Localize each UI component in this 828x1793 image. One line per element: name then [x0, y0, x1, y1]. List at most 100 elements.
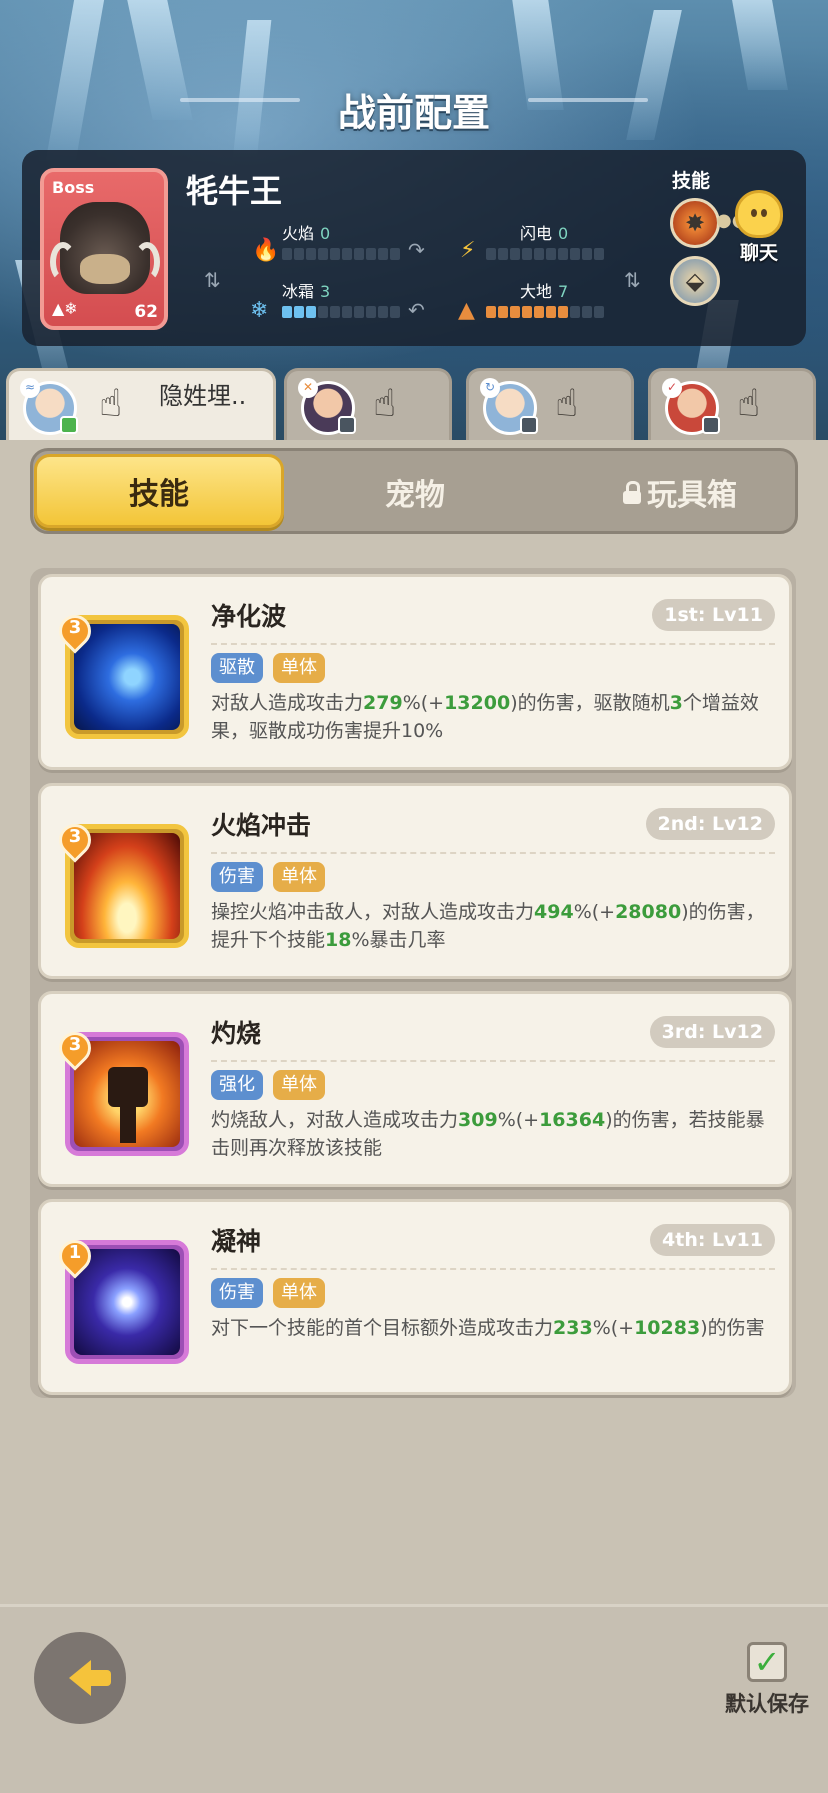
hero-avatar: ✕	[298, 378, 356, 435]
pointing-hand-icon: ☝	[737, 381, 761, 425]
boss-name: 牦牛王	[186, 172, 283, 210]
fire-bar-segment	[294, 248, 304, 260]
fire-bar	[282, 248, 400, 260]
earth-bar-segment	[498, 306, 508, 318]
divider	[211, 643, 775, 645]
earth-bar-segment	[510, 306, 520, 318]
boss-tag: Boss	[52, 178, 95, 197]
skill-level-number: 1	[68, 1242, 82, 1263]
skill-card-4[interactable]: 1 凝神 4th: Lv11 伤害 单体 对下一个技能的首个目标额外造成攻击力2…	[38, 1199, 792, 1395]
frost-bar	[282, 306, 400, 318]
divider	[211, 852, 775, 854]
heart-element-icon: ✓	[662, 378, 682, 398]
frost-bar-segment	[306, 306, 316, 318]
tab-skills[interactable]: 技能	[34, 454, 284, 528]
hero-name: 隐姓埋..	[159, 382, 247, 410]
lightning-bar-segment	[582, 248, 592, 260]
water-element-icon: ≈	[20, 378, 40, 398]
earth-bar-segment	[522, 306, 532, 318]
frost-bar-segment	[294, 306, 304, 318]
hero-tab-2[interactable]: ✕ ☝	[284, 368, 452, 440]
boss-earth-skill-icon[interactable]: ⬙	[670, 256, 720, 306]
frost-bar-segment	[366, 306, 376, 318]
skill-tag: 伤害	[211, 1278, 263, 1308]
skill-tag: 伤害	[211, 862, 263, 892]
frost-bar-segment	[378, 306, 388, 318]
yak-snout	[80, 254, 130, 284]
frost-icon: ❄	[250, 298, 269, 323]
bottom-bar	[0, 1604, 828, 1793]
chat-button[interactable]: ●● 聊天	[716, 190, 790, 264]
boss-level: 62	[134, 302, 158, 322]
pointing-hand-icon: ☝	[555, 381, 579, 425]
swap-icon: ↶	[408, 298, 425, 322]
swap-icon: ↷	[408, 238, 425, 262]
fire-bar-segment	[282, 248, 292, 260]
lightning-bar-segment	[546, 248, 556, 260]
hero-tab-1[interactable]: ≈ ☝ 隐姓埋..	[6, 368, 276, 440]
lightning-bar-segment	[534, 248, 544, 260]
skill-card-3[interactable]: 3 灼烧 3rd: Lv12 强化 单体 灼烧敌人，对敌人造成攻击力309%(+…	[38, 991, 792, 1187]
boss-fire-skill-icon[interactable]: ✸	[670, 198, 720, 248]
hero-avatar: ↻	[480, 378, 538, 435]
skill-rank: 1st: Lv11	[652, 599, 775, 631]
skill-level-number: 3	[68, 1034, 82, 1055]
skill-name: 凝神	[211, 1227, 262, 1256]
skill-description: 对敌人造成攻击力279%(+13200)的伤害，驱散随机3个增益效果，驱散成功伤…	[211, 692, 759, 742]
page-title: 战前配置	[337, 91, 490, 135]
divider	[211, 1268, 775, 1270]
lightning-bar-segment	[558, 248, 568, 260]
earth-bar-segment	[546, 306, 556, 318]
earth-bar-segment	[486, 306, 496, 318]
skill-name: 灼烧	[211, 1019, 262, 1048]
hero-tab-4[interactable]: ✓ ☝	[648, 368, 816, 440]
swap-icon: ⇅	[204, 268, 221, 292]
fire-bar-segment	[378, 248, 388, 260]
lightning-stat: 闪电 0	[520, 224, 569, 243]
hero-avatar: ✓	[662, 378, 720, 435]
fire-bar-segment	[318, 248, 328, 260]
lightning-bar-segment	[486, 248, 496, 260]
tab-toybox-label: 玩具箱	[647, 478, 737, 513]
skill-rank: 2nd: Lv12	[645, 808, 775, 840]
skill-tag: 强化	[211, 1070, 263, 1100]
chat-emoji-icon	[735, 190, 783, 238]
skill-card-2[interactable]: 3 火焰冲击 2nd: Lv12 伤害 单体 操控火焰冲击敌人，对敌人造成攻击力…	[38, 783, 792, 979]
frost-bar-segment	[330, 306, 340, 318]
tab-pets[interactable]: 宠物	[330, 464, 500, 520]
skill-card-1[interactable]: 3 净化波 1st: Lv11 驱散 单体 对敌人造成攻击力279%(+1320…	[38, 574, 792, 770]
lightning-bar-segment	[570, 248, 580, 260]
skill-description: 对下一个技能的首个目标额外造成攻击力233%(+10283)的伤害	[211, 1317, 765, 1339]
tab-toybox[interactable]: 玩具箱	[580, 464, 780, 520]
lightning-bar-segment	[498, 248, 508, 260]
earth-stat: 大地 7	[520, 282, 569, 301]
frost-bar-segment	[282, 306, 292, 318]
skill-level-number: 3	[68, 617, 82, 638]
lightning-bar-segment	[522, 248, 532, 260]
skill-tag: 单体	[273, 862, 325, 892]
lightning-bar	[486, 248, 604, 260]
device-icon	[702, 416, 720, 434]
back-button[interactable]	[34, 1632, 126, 1724]
fire-stat: 火焰 0	[282, 224, 331, 243]
hero-tab-3[interactable]: ↻ ☝	[466, 368, 634, 440]
lightning-icon: ⚡	[460, 238, 476, 263]
earth-bar-segment	[570, 306, 580, 318]
divider	[211, 1060, 775, 1062]
skill-rank: 4th: Lv11	[650, 1224, 775, 1256]
skill-tag: 单体	[273, 1070, 325, 1100]
fire-bar-segment	[354, 248, 364, 260]
skill-description: 操控火焰冲击敌人，对敌人造成攻击力494%(+28080)的伤害，提升下个技能1…	[211, 901, 765, 951]
skill-level-number: 3	[68, 826, 82, 847]
fire-bar-segment	[306, 248, 316, 260]
default-save-button[interactable]: ✓ 默认保存	[712, 1642, 822, 1718]
default-save-label: 默认保存	[725, 1692, 809, 1716]
lock-icon	[623, 481, 641, 504]
back-arrow-icon	[69, 1660, 111, 1696]
hero-avatar: ≈	[20, 378, 78, 435]
skill-tag: 单体	[273, 653, 325, 683]
fire-element-icon: ✕	[298, 378, 318, 398]
boss-portrait-card[interactable]: Boss ▲❄ 62	[40, 168, 168, 330]
fire-bar-segment	[330, 248, 340, 260]
wind-element-icon: ↻	[480, 378, 500, 398]
